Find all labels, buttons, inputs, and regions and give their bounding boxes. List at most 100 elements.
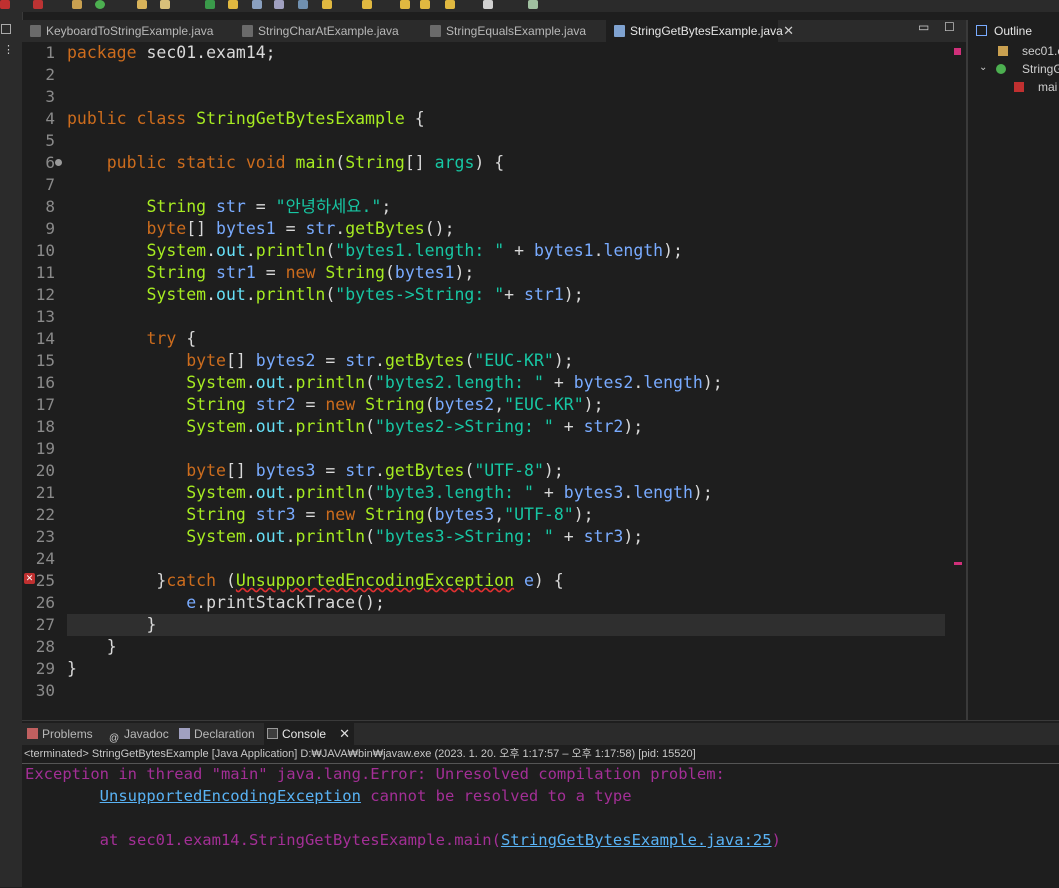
tab-label: KeyboardToStringExample.java (46, 24, 214, 38)
line-number: 10 (35, 241, 55, 260)
console-error-line: Exception in thread "main" java.lang.Err… (25, 765, 735, 783)
bottom-panel: Problems @ Javadoc Declaration Console ✕… (22, 720, 1059, 888)
line-number: 8 (45, 197, 55, 216)
tab-outline[interactable]: Outline (968, 20, 1059, 42)
class-icon (996, 64, 1006, 74)
line-number: 19 (35, 439, 55, 458)
forward-arrow-icon[interactable] (420, 0, 430, 9)
tab-string-get-bytes[interactable]: StringGetBytesExample.java ✕ (606, 20, 794, 42)
code-line-8: String str = "안녕하세요."; (146, 197, 392, 216)
left-trim-stack: ⋮ (0, 12, 23, 887)
perspective-icon[interactable] (528, 0, 538, 9)
outline-view: Outline sec01.e ⌄ StringG mai (966, 20, 1059, 720)
code-line-18: System.out.println("bytes2->String: " + … (186, 417, 644, 436)
java-file-icon (242, 25, 253, 37)
line-number: 5 (45, 131, 55, 150)
code-line-22: String str3 = new String(bytes3,"UTF-8")… (186, 505, 594, 524)
refresh-icon[interactable] (205, 0, 215, 9)
debug-icon[interactable] (0, 0, 10, 9)
editor-tab-bar: KeyboardToStringExample.java StringCharA… (22, 20, 966, 42)
line-number: 27 (35, 615, 55, 634)
tab-label: StringCharAtExample.java (258, 24, 399, 38)
console-icon (267, 728, 278, 739)
code-line-14: try { (146, 329, 197, 348)
code-line-26: e.printStackTrace(); (186, 593, 385, 612)
line-number: 7 (45, 175, 55, 194)
line-number: 3 (45, 87, 55, 106)
next-annotation-icon[interactable] (362, 0, 372, 9)
line-number: 14 (35, 329, 55, 348)
code-line-25: }catch (UnsupportedEncodingException e) … (156, 571, 564, 590)
code-line-10: System.out.println("bytes1.length: " + b… (146, 241, 683, 260)
code-line-20: byte[] bytes3 = str.getBytes("UTF-8"); (186, 461, 564, 480)
console-error-detail: UnsupportedEncodingException cannot be r… (99, 787, 632, 805)
code-line-27: } (146, 615, 157, 634)
line-number: 6 (45, 153, 55, 172)
line-number: 11 (35, 263, 55, 282)
minimize-editor-icon[interactable]: ▭ (918, 20, 929, 34)
console-status: <terminated> StringGetBytesExample [Java… (24, 748, 696, 760)
code-line-15: byte[] bytes2 = str.getBytes("EUC-KR"); (186, 351, 574, 370)
line-number: 13 (35, 307, 55, 326)
back-arrow-icon[interactable] (400, 0, 410, 9)
tab-console[interactable]: Console ✕ (264, 723, 354, 745)
line-number: 18 (35, 417, 55, 436)
code-line-1: package sec01.exam14; (67, 43, 276, 62)
problems-icon (27, 728, 38, 739)
declaration-icon (179, 728, 190, 739)
code-editor[interactable]: ✕ 1 2 3 4 5 6 7 8 9 10 11 12 13 14 15 16 17 18 19 20 21 22 23 2… (22, 42, 966, 720)
code-line-12: System.out.println("bytes->String: "+ st… (146, 285, 584, 304)
sidebar-icon[interactable] (252, 0, 262, 9)
overview-ruler-error[interactable] (954, 562, 962, 565)
new-class-icon[interactable] (95, 0, 105, 9)
close-console-icon[interactable]: ✕ (339, 723, 350, 745)
code-line-11: String str1 = new String(bytes1); (146, 263, 475, 282)
forward-nav-icon[interactable] (483, 0, 493, 9)
line-number: 22 (35, 505, 55, 524)
console-type-link[interactable]: UnsupportedEncodingException (100, 787, 361, 805)
code-line-28: } (106, 637, 117, 656)
line-number: 28 (35, 637, 55, 656)
line-number: 15 (35, 351, 55, 370)
outline-item-method[interactable]: mai (1038, 80, 1057, 94)
line-number: 26 (35, 593, 55, 612)
overview-ruler-marker[interactable] (954, 48, 961, 55)
outline-icon (976, 25, 987, 36)
close-tab-icon[interactable]: ✕ (783, 20, 794, 42)
annotation-icon[interactable] (322, 0, 332, 9)
open-folder-icon[interactable] (137, 0, 147, 9)
maximize-editor-icon[interactable]: ☐ (944, 20, 955, 34)
restore-icon[interactable] (1, 24, 11, 34)
chevron-down-icon[interactable]: ⌄ (979, 62, 987, 73)
highlight-icon[interactable] (228, 0, 238, 9)
line-number: 20 (35, 461, 55, 480)
console-source-link[interactable]: StringGetBytesExample.java:25 (501, 831, 772, 849)
document-icon[interactable] (274, 0, 284, 9)
outline-item-package[interactable]: sec01.e (1022, 44, 1059, 58)
error-underline: UnsupportedEncodingException (235, 571, 515, 590)
line-number: 9 (45, 219, 55, 238)
tab-string-char-at[interactable]: StringCharAtExample.java (234, 20, 424, 42)
pencil-icon[interactable] (160, 0, 170, 9)
code-line-17: String str2 = new String(bytes2,"EUC-KR"… (186, 395, 604, 414)
line-number: 25 (35, 571, 55, 590)
tab-javadoc[interactable]: @ Javadoc (106, 723, 172, 745)
method-icon (1014, 82, 1024, 92)
back-nav-icon[interactable] (445, 0, 455, 9)
outline-item-class[interactable]: StringG (1022, 62, 1059, 76)
pilcrow-icon[interactable] (298, 0, 308, 9)
stop-icon[interactable] (33, 0, 43, 9)
tab-problems[interactable]: Problems (24, 723, 102, 745)
divider (22, 763, 1059, 764)
line-number: 21 (35, 483, 55, 502)
tab-keyboard-to-string[interactable]: KeyboardToStringExample.java (22, 20, 228, 42)
java-file-icon (614, 25, 625, 37)
view-menu-icon[interactable]: ⋮ (3, 45, 14, 56)
code-line-4: public class StringGetBytesExample { (67, 109, 425, 128)
tab-declaration[interactable]: Declaration (176, 723, 262, 745)
bottom-tab-bar: Problems @ Javadoc Declaration Console ✕ (22, 723, 1059, 745)
line-number: 23 (35, 527, 55, 546)
fold-toggle-icon[interactable] (55, 159, 62, 166)
new-package-icon[interactable] (72, 0, 82, 9)
tab-string-equals[interactable]: StringEqualsExample.java (422, 20, 602, 42)
